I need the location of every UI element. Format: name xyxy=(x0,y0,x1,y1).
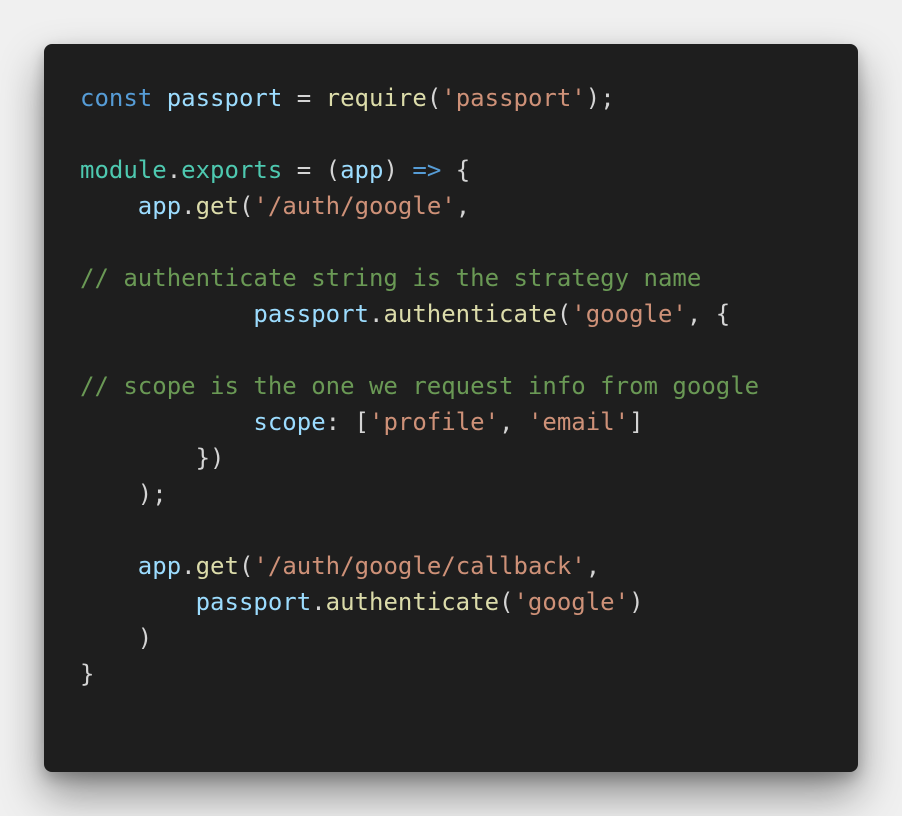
string-token: '/auth/google' xyxy=(253,192,456,220)
punctuation-token: , xyxy=(499,408,528,436)
object-token: module xyxy=(80,156,167,184)
punctuation-token: ) xyxy=(383,156,413,184)
punctuation-token: . xyxy=(166,156,182,184)
code-line: ​ xyxy=(80,116,759,152)
code-line: } xyxy=(80,656,759,692)
code-line: }) xyxy=(80,440,759,476)
punctuation-token: ) xyxy=(629,588,644,616)
code-line: // authenticate string is the strategy n… xyxy=(80,260,759,296)
punctuation-token: }) xyxy=(80,444,225,472)
string-token: 'google' xyxy=(571,300,687,328)
function-token: authenticate xyxy=(383,300,557,328)
variable-token: passport xyxy=(195,588,312,616)
variable-token: app xyxy=(137,192,182,220)
punctuation-token: , xyxy=(455,192,471,220)
punctuation-token xyxy=(80,552,138,580)
variable-token: passport xyxy=(166,84,283,112)
code-line: ) xyxy=(80,620,759,656)
code-line: passport.authenticate('google') xyxy=(80,584,759,620)
punctuation-token: ( xyxy=(426,84,442,112)
function-token: get xyxy=(195,552,239,580)
punctuation-token xyxy=(80,588,196,616)
code-line: passport.authenticate('google', { xyxy=(80,296,759,332)
punctuation-token xyxy=(80,192,138,220)
punctuation-token: . xyxy=(181,552,196,580)
object-token: exports xyxy=(181,156,283,184)
variable-token: scope xyxy=(253,408,326,436)
punctuation-token: ( xyxy=(556,300,572,328)
punctuation-token: { xyxy=(441,156,471,184)
code-line: // scope is the one we request info from… xyxy=(80,368,759,404)
code-line: ); xyxy=(80,476,759,512)
function-token: require xyxy=(325,84,427,112)
string-token: 'profile' xyxy=(369,408,500,436)
punctuation-token: ); xyxy=(585,84,615,112)
string-token: '/auth/google/callback' xyxy=(253,552,586,580)
function-token: get xyxy=(195,192,239,220)
keyword-token: => xyxy=(412,156,442,184)
code-line: app.get('/auth/google', xyxy=(80,188,759,224)
punctuation-token xyxy=(80,408,253,436)
variable-token: app xyxy=(340,156,384,184)
code-snippet-window: const passport = require('passport');​mo… xyxy=(44,44,858,772)
punctuation-token: ( xyxy=(238,552,254,580)
function-token: authenticate xyxy=(325,588,500,616)
punctuation-token: = ( xyxy=(282,156,341,184)
punctuation-token xyxy=(152,84,166,112)
code-block[interactable]: const passport = require('passport');​mo… xyxy=(80,80,759,692)
code-line: app.get('/auth/google/callback', xyxy=(80,548,759,584)
string-token: 'email' xyxy=(527,408,630,436)
punctuation-token: ( xyxy=(238,192,254,220)
punctuation-token: , xyxy=(585,552,601,580)
string-token: 'google' xyxy=(513,588,630,616)
punctuation-token: ( xyxy=(499,588,514,616)
punctuation-token: = xyxy=(282,84,326,112)
variable-token: app xyxy=(137,552,182,580)
code-line: scope: ['profile', 'email'] xyxy=(80,404,759,440)
code-line: ​ xyxy=(80,512,759,548)
punctuation-token: . xyxy=(181,192,196,220)
punctuation-token: . xyxy=(368,300,384,328)
comment-token: // authenticate string is the strategy n… xyxy=(80,264,702,292)
code-line: module.exports = (app) => { xyxy=(80,152,759,188)
code-line: ​ xyxy=(80,332,759,368)
variable-token: passport xyxy=(253,300,369,328)
punctuation-token: } xyxy=(80,660,95,688)
punctuation-token: ) xyxy=(80,624,153,652)
punctuation-token xyxy=(80,300,253,328)
punctuation-token: , { xyxy=(686,300,731,328)
code-line: ​ xyxy=(80,224,759,260)
keyword-token: const xyxy=(80,84,153,112)
string-token: 'passport' xyxy=(441,84,586,112)
punctuation-token: . xyxy=(311,588,326,616)
punctuation-token: : [ xyxy=(325,408,369,436)
code-line: const passport = require('passport'); xyxy=(80,80,759,116)
punctuation-token: ] xyxy=(629,408,644,436)
comment-token: // scope is the one we request info from… xyxy=(80,372,760,400)
punctuation-token: ); xyxy=(80,480,167,508)
